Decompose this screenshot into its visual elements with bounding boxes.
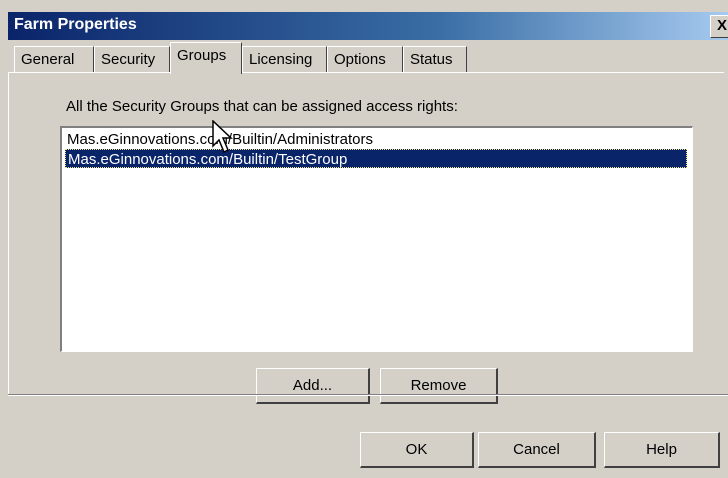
tab-licensing[interactable]: Licensing: [242, 46, 327, 72]
tab-options[interactable]: Options: [327, 46, 403, 72]
remove-button[interactable]: Remove: [380, 368, 498, 404]
tab-status[interactable]: Status: [403, 46, 467, 72]
dialog-window: Farm Properties X General Security Group…: [0, 0, 728, 478]
cancel-button[interactable]: Cancel: [478, 432, 596, 468]
help-button[interactable]: Help: [604, 432, 720, 468]
add-button[interactable]: Add...: [256, 368, 370, 404]
tab-general[interactable]: General: [14, 46, 94, 72]
tab-groups[interactable]: Groups: [170, 42, 242, 74]
arrow-pointer-icon: [212, 120, 233, 154]
tab-security[interactable]: Security: [94, 46, 170, 72]
security-groups-list[interactable]: Mas.eGinnovations.com/Builtin/Administra…: [60, 126, 693, 352]
ok-button[interactable]: OK: [360, 432, 474, 468]
close-button[interactable]: X: [710, 15, 728, 38]
footer-separator: [8, 394, 728, 396]
title-bar[interactable]: Farm Properties X: [8, 12, 728, 40]
groups-description: All the Security Groups that can be assi…: [66, 98, 458, 115]
list-item-selected[interactable]: Mas.eGinnovations.com/Builtin/TestGroup: [65, 149, 687, 168]
window-title: Farm Properties: [14, 16, 137, 33]
